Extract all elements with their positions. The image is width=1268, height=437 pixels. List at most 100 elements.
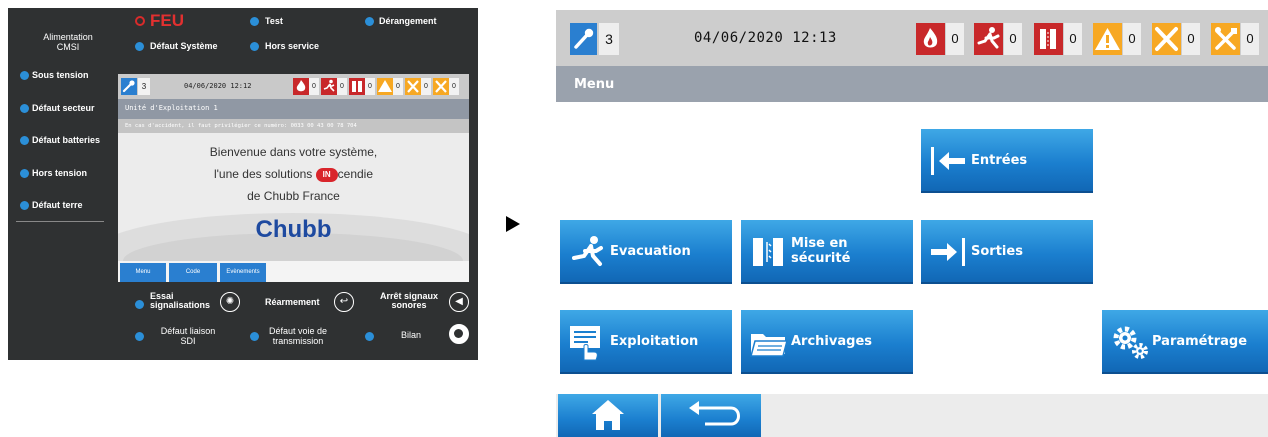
- bilan-led: [365, 332, 374, 341]
- safety-count: 0: [365, 78, 375, 95]
- warning-icon[interactable]: [377, 78, 393, 95]
- fire-count: 0: [309, 78, 319, 95]
- key-count: 3: [138, 78, 150, 95]
- evacuation-count: 0: [1004, 23, 1022, 55]
- defaut-systeme-label: Défaut Système: [150, 41, 218, 51]
- key-icon[interactable]: [121, 78, 137, 95]
- fire-icon[interactable]: [293, 78, 309, 95]
- warning-count: 0: [393, 78, 403, 95]
- exploitation-button[interactable]: Exploitation: [560, 310, 732, 374]
- entrees-button[interactable]: Entrées: [921, 129, 1093, 193]
- mise-en-securite-label: Mise en sécurité: [791, 236, 851, 266]
- alimentation-label: Alimentation CMSI: [43, 32, 93, 52]
- defaut-batteries-label: Défaut batteries: [32, 135, 101, 145]
- gears-icon: [1113, 326, 1148, 359]
- screen-note: En cas d'accident, il faut privilégier c…: [118, 119, 469, 133]
- back-button[interactable]: [661, 394, 761, 437]
- screen-datetime: 04/06/2020 12:12: [184, 82, 252, 90]
- datetime: 04/06/2020 12:13: [694, 30, 837, 46]
- nav-menu-button[interactable]: Menu: [120, 263, 166, 282]
- menu-screen: 3 04/06/2020 12:13 0 0 0 0 0 0 Menu Entr…: [556, 10, 1268, 437]
- derangement-label: Dérangement: [379, 16, 437, 26]
- sous-tension-label: Sous tension: [32, 70, 89, 80]
- voie-led: [250, 332, 259, 341]
- double-door-icon: [753, 238, 783, 266]
- defaut-systeme-led: [135, 42, 144, 51]
- safety-count: 0: [1064, 23, 1082, 55]
- menu-title-bar: Menu: [556, 66, 1268, 102]
- sous-tension-led: [20, 71, 29, 80]
- embedded-screen: 3 04/06/2020 12:12 0 0 0 0 0 0 Unité d'E…: [118, 74, 469, 282]
- home-icon: [592, 400, 624, 430]
- bilan-button-icon[interactable]: [449, 324, 469, 344]
- welcome-area: Bienvenue dans votre système, l'une des …: [118, 133, 469, 261]
- mise-en-securite-button[interactable]: Mise en sécurité: [741, 220, 913, 284]
- feu-label: FEU: [150, 11, 184, 30]
- safety-door-icon[interactable]: [349, 78, 365, 95]
- cross-icon[interactable]: [405, 78, 421, 95]
- tools-icon[interactable]: [1211, 23, 1240, 55]
- welcome-line-2-pre: l'une des solutions: [213, 167, 316, 181]
- screen-status-bar: 3 04/06/2020 12:12 0 0 0 0 0 0: [118, 74, 469, 99]
- touch-panel-icon: [570, 326, 600, 361]
- cross-icon[interactable]: [1152, 23, 1181, 55]
- evacuation-button[interactable]: Evacuation: [560, 220, 732, 284]
- hors-tension-led: [20, 169, 29, 178]
- back-arrow-icon: [689, 401, 740, 426]
- transition-arrow-icon: [506, 216, 520, 232]
- welcome-line-2: l'une des solutions IN cendie: [118, 167, 469, 182]
- hors-service-led: [250, 42, 259, 51]
- folder-icon: [750, 334, 788, 357]
- essai-label: Essai signalisations: [150, 291, 211, 310]
- control-panel: Alimentation CMSI FEU Test Dérangement D…: [8, 8, 478, 360]
- menu-title: Menu: [574, 77, 615, 92]
- liaison-led: [135, 332, 144, 341]
- defaut-batteries-led: [20, 136, 29, 145]
- light-bulb-icon[interactable]: ✺: [220, 292, 240, 312]
- nav-evenements-button[interactable]: Evènements: [220, 263, 266, 282]
- home-button[interactable]: [558, 394, 658, 437]
- derangement-led: [365, 17, 374, 26]
- warning-icon[interactable]: [1093, 23, 1122, 55]
- defaut-secteur-label: Défaut secteur: [32, 103, 95, 113]
- running-person-icon: [572, 236, 603, 266]
- liaison-label: Défaut liaison SDI: [160, 326, 216, 346]
- bilan-label: Bilan: [401, 330, 422, 340]
- essai-led: [135, 300, 144, 309]
- sorties-button[interactable]: Sorties: [921, 220, 1093, 284]
- arret-label: Arrêt signaux sonores: [380, 291, 439, 310]
- sorties-icon: [931, 238, 965, 266]
- evacuation-icon[interactable]: [321, 78, 337, 95]
- exploitation-label: Exploitation: [610, 333, 699, 349]
- safety-door-icon[interactable]: [1034, 23, 1063, 55]
- parametrage-label: Paramétrage: [1152, 333, 1248, 349]
- key-icon[interactable]: [570, 23, 597, 55]
- reset-arrow-icon[interactable]: ↩: [334, 292, 354, 312]
- tools-icon[interactable]: [433, 78, 449, 95]
- defaut-terre-led: [20, 201, 29, 210]
- test-led: [250, 17, 259, 26]
- entrees-label: Entrées: [971, 152, 1028, 168]
- hors-service-label: Hors service: [265, 41, 320, 51]
- evacuation-icon[interactable]: [974, 23, 1003, 55]
- tools-count: 0: [449, 78, 459, 95]
- hors-tension-label: Hors tension: [32, 168, 88, 178]
- parametrage-button[interactable]: Paramétrage: [1102, 310, 1268, 374]
- screen-nav-bar: Menu Code Evènements: [118, 261, 469, 282]
- key-count: 3: [599, 23, 619, 55]
- entrees-icon: [931, 147, 965, 175]
- mute-speaker-icon[interactable]: ◀: [449, 292, 469, 312]
- defaut-secteur-led: [20, 104, 29, 113]
- welcome-line-1: Bienvenue dans votre système,: [209, 145, 378, 159]
- chubb-logo: Chubb: [255, 216, 332, 243]
- fire-count: 0: [946, 23, 964, 55]
- nav-code-button[interactable]: Code: [169, 263, 217, 282]
- fire-icon[interactable]: [916, 23, 945, 55]
- welcome-line-3: de Chubb France: [247, 189, 340, 203]
- archivages-button[interactable]: Archivages: [741, 310, 913, 374]
- status-bar: 3 04/06/2020 12:13 0 0 0 0 0 0: [556, 10, 1268, 66]
- warning-count: 0: [1123, 23, 1141, 55]
- incendie-badge: IN: [315, 167, 338, 182]
- evacuation-count: 0: [337, 78, 347, 95]
- tools-count: 0: [1241, 23, 1259, 55]
